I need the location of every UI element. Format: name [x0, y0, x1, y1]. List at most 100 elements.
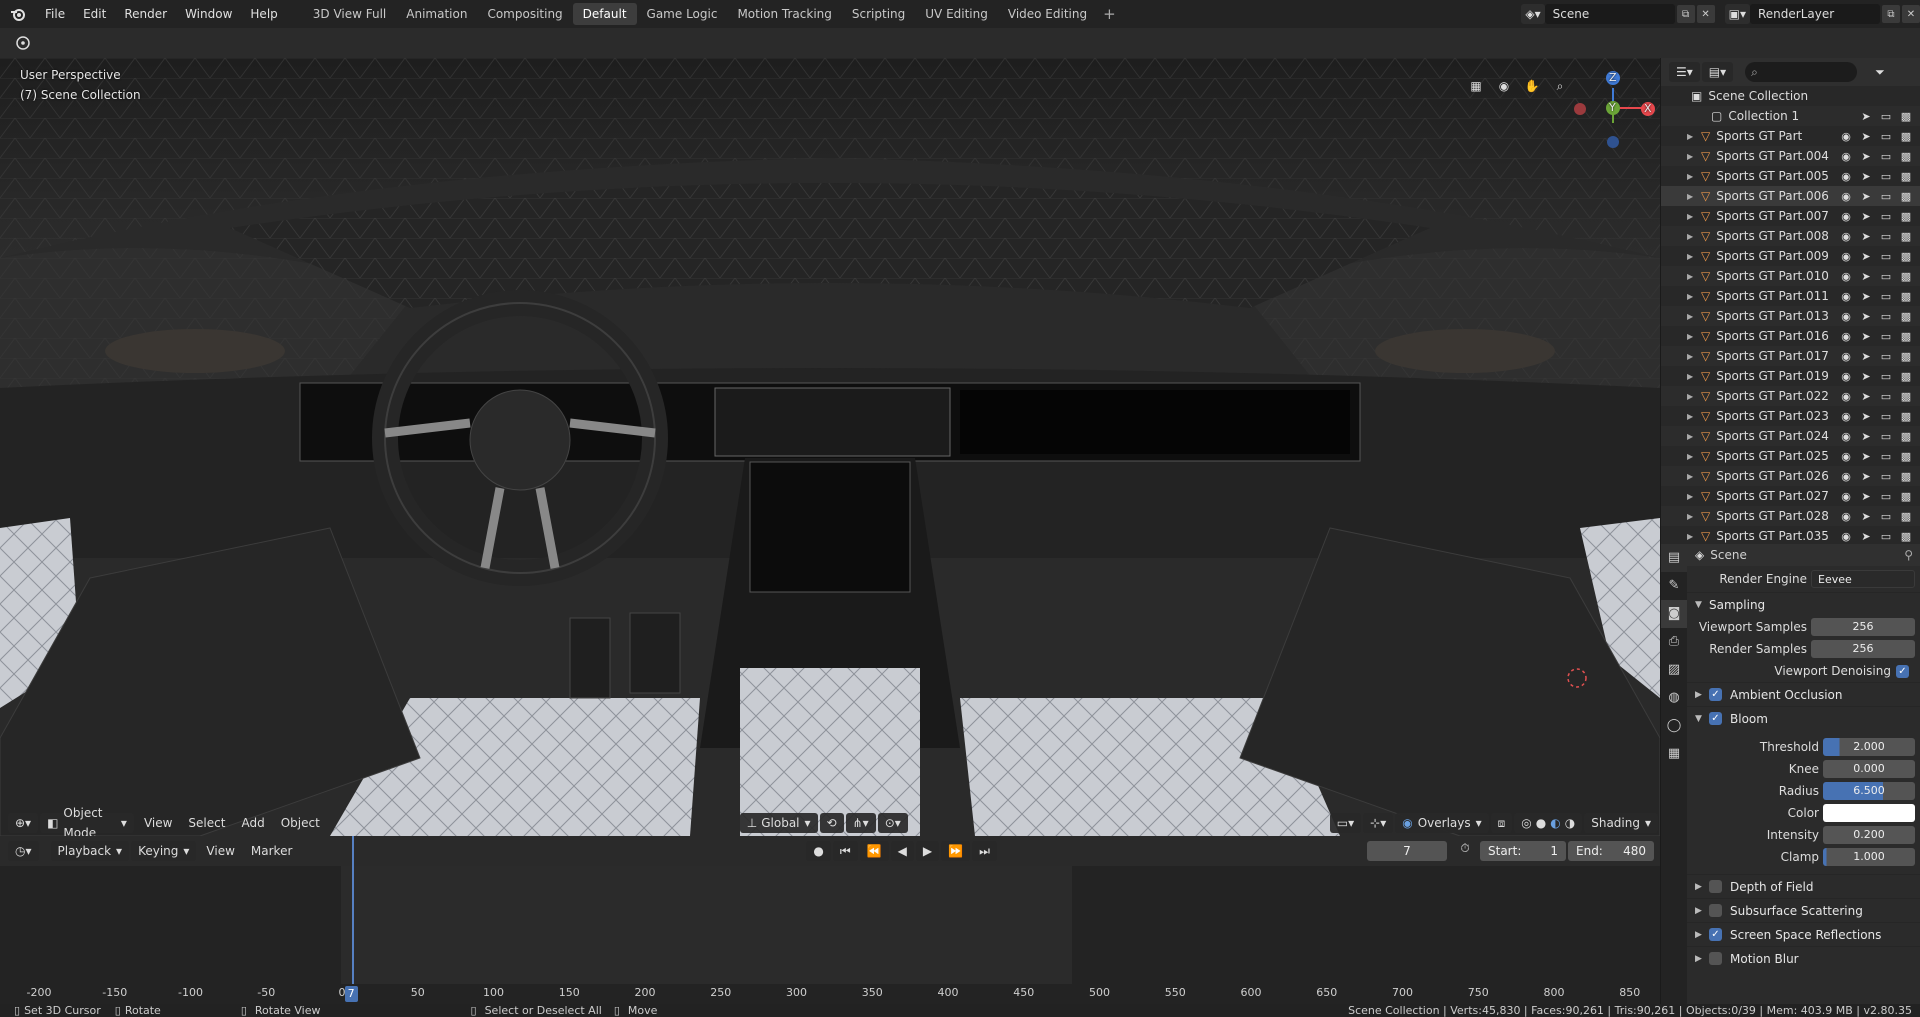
- clamp-slider[interactable]: 1.000: [1823, 848, 1915, 866]
- expand-arrow-icon[interactable]: ▶: [1687, 392, 1699, 401]
- preview-range-icon[interactable]: ⏱: [1455, 841, 1475, 861]
- expand-arrow-icon[interactable]: ▶: [1687, 492, 1699, 501]
- motion-blur-panel[interactable]: ▶ Motion Blur: [1687, 946, 1920, 970]
- visibility-eye-icon[interactable]: ◉: [1836, 270, 1856, 283]
- render-icon[interactable]: ▩: [1896, 250, 1916, 263]
- outliner-object-row[interactable]: ▶ ▽ Sports GT Part.022 ◉ ➤ ▭ ▩: [1661, 386, 1920, 406]
- viewport-icon[interactable]: ▭: [1876, 490, 1896, 503]
- menu-help[interactable]: Help: [241, 0, 286, 28]
- selectable-icon[interactable]: ➤: [1856, 430, 1876, 443]
- editor-type-icon[interactable]: ⊕▾: [8, 813, 39, 833]
- selectable-icon[interactable]: ➤: [1856, 250, 1876, 263]
- depth-of-field-checkbox[interactable]: [1709, 880, 1722, 893]
- ssr-checkbox[interactable]: ✓: [1709, 928, 1722, 941]
- timeline-editor[interactable]: ◷▾ Playback ▾ Keying ▾ View Marker ● ⏮ ⏪ ◀…: [0, 836, 1660, 1004]
- outliner-object-row[interactable]: ▶ ▽ Sports GT Part.007 ◉ ➤ ▭ ▩: [1661, 206, 1920, 226]
- ambient-occlusion-panel[interactable]: ▶ ✓ Ambient Occlusion: [1687, 682, 1920, 706]
- visibility-eye-icon[interactable]: ◉: [1836, 350, 1856, 363]
- outliner-object-row[interactable]: ▶ ▽ Sports GT Part.010 ◉ ➤ ▭ ▩: [1661, 266, 1920, 286]
- menu-edit[interactable]: Edit: [74, 0, 115, 28]
- shading-modes[interactable]: ◎ ● ◐ ◑: [1514, 813, 1583, 833]
- viewport-icon[interactable]: ▭: [1876, 430, 1896, 443]
- viewport-icon[interactable]: ▭: [1876, 190, 1896, 203]
- viewport-icon[interactable]: ▭: [1876, 270, 1896, 283]
- visibility-eye-icon[interactable]: ◉: [1836, 450, 1856, 463]
- visibility-eye-icon[interactable]: ◉: [1836, 190, 1856, 203]
- outliner-object-row[interactable]: ▶ ▽ Sports GT Part.035 ◉ ➤ ▭ ▩: [1661, 526, 1920, 544]
- selectable-icon[interactable]: ➤: [1856, 110, 1876, 123]
- expand-arrow-icon[interactable]: ▶: [1687, 532, 1699, 541]
- view-object-types-icon[interactable]: ▭▾: [1329, 813, 1362, 833]
- threshold-slider[interactable]: 2.000: [1823, 738, 1915, 756]
- viewport-icon[interactable]: ▭: [1876, 370, 1896, 383]
- selectable-icon[interactable]: ➤: [1856, 370, 1876, 383]
- scene-tab-icon[interactable]: ◍: [1661, 684, 1687, 712]
- world-tab-icon[interactable]: ◯: [1661, 712, 1687, 740]
- render-icon[interactable]: ▩: [1896, 330, 1916, 343]
- render-icon[interactable]: ▩: [1896, 510, 1916, 523]
- expand-arrow-icon[interactable]: ▶: [1687, 452, 1699, 461]
- snap-icon[interactable]: ⋔▾: [845, 813, 876, 833]
- render-icon[interactable]: ▩: [1896, 470, 1916, 483]
- properties-editor[interactable]: ▤ ✎ ◙ ⎙ ▨ ◍ ◯ ▦ ◈ Scene ⚲ Render Engine …: [1660, 544, 1920, 1004]
- knee-slider[interactable]: 0.000: [1823, 760, 1915, 778]
- view-layer-tab-icon[interactable]: ▨: [1661, 656, 1687, 684]
- jump-keyframe-back-icon[interactable]: ⏪: [859, 841, 889, 861]
- render-icon[interactable]: ▩: [1896, 210, 1916, 223]
- visibility-eye-icon[interactable]: ◉: [1836, 170, 1856, 183]
- object-mode-dropdown[interactable]: ◧ Object Mode ▾: [40, 806, 134, 836]
- current-frame-field[interactable]: 7: [1367, 841, 1447, 861]
- visibility-eye-icon[interactable]: ◉: [1836, 310, 1856, 323]
- outliner-object-row[interactable]: ▶ ▽ Sports GT Part.023 ◉ ➤ ▭ ▩: [1661, 406, 1920, 426]
- selectable-icon[interactable]: ➤: [1856, 510, 1876, 523]
- expand-arrow-icon[interactable]: ▶: [1687, 432, 1699, 441]
- gizmo-toggle-icon[interactable]: ⊹▾: [1363, 813, 1394, 833]
- viewport-icon[interactable]: ▭: [1876, 290, 1896, 303]
- visibility-eye-icon[interactable]: ◉: [1836, 430, 1856, 443]
- visibility-eye-icon[interactable]: ◉: [1836, 130, 1856, 143]
- expand-arrow-icon[interactable]: ▶: [1687, 132, 1699, 141]
- selectable-icon[interactable]: ➤: [1856, 210, 1876, 223]
- selectable-icon[interactable]: ➤: [1856, 450, 1876, 463]
- viewport-denoising-checkbox[interactable]: ✓: [1896, 664, 1909, 678]
- viewport-icon[interactable]: ▭: [1876, 170, 1896, 183]
- ambient-occlusion-checkbox[interactable]: ✓: [1709, 688, 1722, 701]
- visibility-eye-icon[interactable]: ◉: [1836, 330, 1856, 343]
- tab-motion-tracking[interactable]: Motion Tracking: [727, 3, 841, 25]
- transform-tool-icon[interactable]: [12, 33, 34, 53]
- visibility-eye-icon[interactable]: ◉: [1836, 230, 1856, 243]
- render-tab-icon[interactable]: ◙: [1661, 600, 1687, 628]
- camera-icon[interactable]: ◉: [1490, 74, 1518, 98]
- render-icon[interactable]: ▩: [1896, 230, 1916, 243]
- outliner-object-row[interactable]: ▶ ▽ Sports GT Part.024 ◉ ➤ ▭ ▩: [1661, 426, 1920, 446]
- subsurface-checkbox[interactable]: [1709, 904, 1722, 917]
- selectable-icon[interactable]: ➤: [1856, 390, 1876, 403]
- expand-arrow-icon[interactable]: ▶: [1687, 172, 1699, 181]
- expand-arrow-icon[interactable]: ▶: [1687, 292, 1699, 301]
- play-icon[interactable]: ▶: [915, 841, 940, 861]
- timeline-view-menu[interactable]: View: [198, 841, 242, 861]
- tab-default[interactable]: Default: [572, 3, 637, 25]
- output-tab-icon[interactable]: ⎙: [1661, 628, 1687, 656]
- display-mode-icon[interactable]: ▤▾: [1701, 62, 1734, 82]
- selectable-icon[interactable]: ➤: [1856, 490, 1876, 503]
- visibility-eye-icon[interactable]: ◉: [1836, 530, 1856, 543]
- tab-game-logic[interactable]: Game Logic: [637, 3, 728, 25]
- properties-editor-type-icon[interactable]: ▤: [1661, 544, 1687, 572]
- gizmo-x-label[interactable]: X: [1644, 102, 1652, 115]
- outliner[interactable]: ☰▾ ▤▾ ⌕ ⏷ ▣ Scene Collection ▢ Collectio…: [1660, 58, 1920, 544]
- selectable-icon[interactable]: ➤: [1856, 130, 1876, 143]
- viewport-samples-field[interactable]: 256: [1811, 618, 1915, 636]
- visibility-eye-icon[interactable]: ◉: [1836, 210, 1856, 223]
- bloom-panel[interactable]: ▼ ✓ Bloom: [1687, 706, 1920, 730]
- visibility-eye-icon[interactable]: ◉: [1836, 470, 1856, 483]
- expand-arrow-icon[interactable]: ▶: [1687, 192, 1699, 201]
- viewport-icon[interactable]: ▭: [1876, 390, 1896, 403]
- expand-arrow-icon[interactable]: ▶: [1687, 512, 1699, 521]
- marker-menu[interactable]: Marker: [243, 841, 300, 861]
- render-engine-dropdown[interactable]: Eevee: [1811, 570, 1915, 588]
- sampling-panel[interactable]: ▼ Sampling: [1687, 592, 1920, 616]
- material-shading-icon[interactable]: ◐: [1550, 813, 1560, 833]
- viewport-icon[interactable]: ▭: [1876, 510, 1896, 523]
- menu-window[interactable]: Window: [176, 0, 241, 28]
